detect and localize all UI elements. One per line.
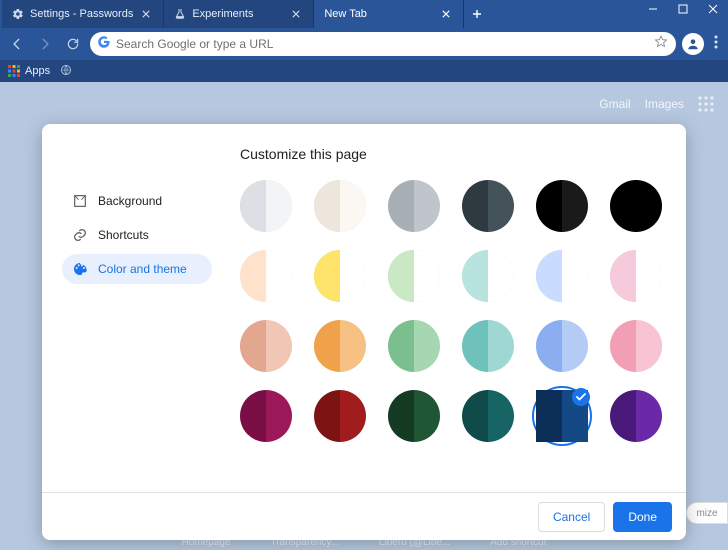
tab-title: Settings - Passwords	[30, 8, 133, 20]
color-swatch[interactable]	[388, 320, 440, 372]
flask-icon	[174, 8, 186, 20]
tab-title: New Tab	[324, 8, 433, 20]
dialog-sidebar: Background Shortcuts Color and theme	[62, 146, 212, 486]
color-swatch[interactable]	[314, 250, 366, 302]
color-swatch[interactable]	[536, 250, 588, 302]
checkmark-icon	[572, 388, 590, 406]
gear-icon	[12, 8, 24, 20]
globe-icon	[60, 64, 72, 79]
gmail-link[interactable]: Gmail	[599, 97, 630, 111]
tab-strip: Settings - Passwords Experiments New Tab	[0, 0, 638, 28]
sidebar-item-color-theme[interactable]: Color and theme	[62, 254, 212, 284]
sidebar-item-label: Background	[98, 194, 162, 208]
color-swatch[interactable]	[462, 390, 514, 442]
apps-label: Apps	[25, 65, 50, 77]
customize-button-peek[interactable]: mize	[686, 502, 728, 524]
window-minimize-button[interactable]	[638, 0, 668, 28]
color-swatch[interactable]	[610, 390, 662, 442]
color-swatch[interactable]	[536, 180, 588, 232]
bookmarks-bar: Apps	[0, 60, 728, 82]
customize-dialog: Background Shortcuts Color and theme Cus…	[42, 124, 686, 540]
sidebar-item-background[interactable]: Background	[62, 186, 212, 216]
dialog-body: Background Shortcuts Color and theme Cus…	[42, 124, 686, 492]
sidebar-item-label: Shortcuts	[98, 228, 149, 242]
apps-shortcut[interactable]: Apps	[8, 65, 50, 77]
color-swatch[interactable]	[240, 180, 292, 232]
tab-new-tab[interactable]: New Tab	[314, 0, 464, 28]
tab-experiments[interactable]: Experiments	[164, 0, 314, 28]
color-swatch[interactable]	[240, 320, 292, 372]
dialog-footer: Cancel Done	[42, 492, 686, 540]
color-swatch[interactable]	[314, 390, 366, 442]
color-swatch[interactable]	[610, 320, 662, 372]
omnibox[interactable]	[90, 32, 676, 56]
color-swatch[interactable]	[314, 320, 366, 372]
color-swatch[interactable]	[388, 250, 440, 302]
color-swatch[interactable]	[536, 390, 588, 442]
back-button[interactable]	[6, 33, 28, 55]
profile-avatar-button[interactable]	[682, 33, 704, 55]
color-swatch[interactable]	[240, 390, 292, 442]
window-controls	[638, 0, 728, 28]
color-swatch[interactable]	[462, 180, 514, 232]
ntp-top-links: Gmail Images	[599, 96, 714, 112]
color-swatch[interactable]	[462, 250, 514, 302]
color-swatch[interactable]	[610, 180, 662, 232]
toolbar	[0, 28, 728, 60]
color-swatch[interactable]	[388, 180, 440, 232]
dialog-title: Customize this page	[240, 146, 666, 162]
new-tab-page: Gmail Images Homepage Transparency... Li…	[0, 82, 728, 550]
forward-button[interactable]	[34, 33, 56, 55]
window-maximize-button[interactable]	[668, 0, 698, 28]
sidebar-item-label: Color and theme	[98, 262, 187, 276]
background-icon	[72, 193, 88, 209]
color-swatch[interactable]	[240, 250, 292, 302]
new-tab-button[interactable]	[464, 0, 490, 28]
palette-icon	[72, 261, 88, 277]
color-swatch-grid	[240, 180, 666, 442]
tab-title: Experiments	[192, 8, 283, 20]
tab-close-button[interactable]	[439, 7, 453, 21]
bookmark-star-icon[interactable]	[654, 35, 668, 54]
browser-menu-button[interactable]	[710, 35, 722, 54]
dialog-main: Customize this page	[212, 146, 666, 486]
apps-grid-icon	[8, 65, 20, 77]
link-icon	[72, 227, 88, 243]
reload-button[interactable]	[62, 33, 84, 55]
cancel-button[interactable]: Cancel	[538, 502, 605, 532]
titlebar: Settings - Passwords Experiments New Tab	[0, 0, 728, 28]
color-swatch[interactable]	[388, 390, 440, 442]
color-swatch[interactable]	[314, 180, 366, 232]
tab-settings-passwords[interactable]: Settings - Passwords	[2, 0, 164, 28]
tab-close-button[interactable]	[289, 7, 303, 21]
window-close-button[interactable]	[698, 0, 728, 28]
images-link[interactable]: Images	[645, 97, 684, 111]
google-apps-button[interactable]	[698, 96, 714, 112]
color-swatch[interactable]	[610, 250, 662, 302]
bookmark-item[interactable]	[60, 64, 72, 79]
omnibox-input[interactable]	[116, 37, 648, 51]
color-swatch[interactable]	[536, 320, 588, 372]
sidebar-item-shortcuts[interactable]: Shortcuts	[62, 220, 212, 250]
color-swatch[interactable]	[462, 320, 514, 372]
done-button[interactable]: Done	[613, 502, 672, 532]
tab-close-button[interactable]	[139, 7, 153, 21]
google-g-icon	[98, 35, 110, 53]
